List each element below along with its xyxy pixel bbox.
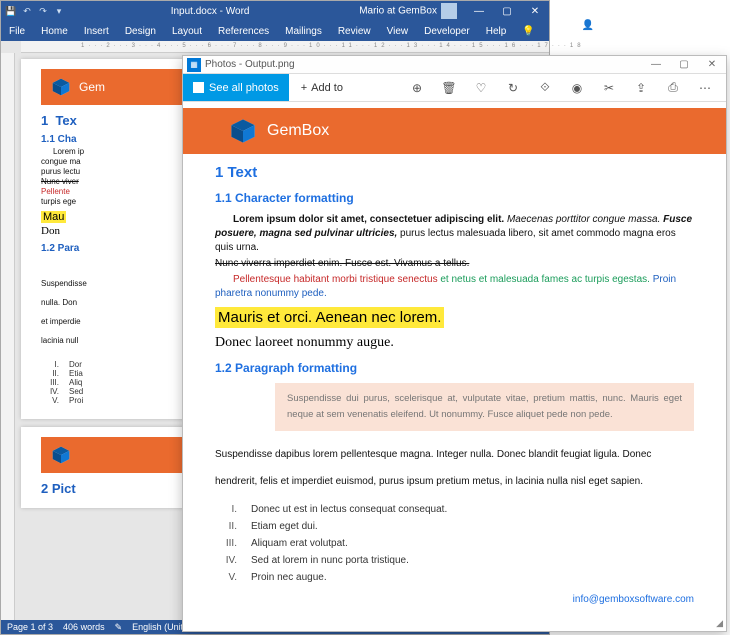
ribbon-tab-mailings[interactable]: Mailings: [277, 26, 330, 37]
undo-icon[interactable]: ↶: [21, 5, 33, 17]
redo-icon[interactable]: ↷: [37, 5, 49, 17]
word-vertical-ruler[interactable]: [1, 53, 15, 620]
resize-handle-icon[interactable]: ◢: [716, 618, 723, 629]
save-icon[interactable]: 💾: [5, 5, 17, 17]
para-1: Lorem ipsum dolor sit amet, consectetuer…: [215, 213, 694, 255]
list-item: II.Etiam eget dui.: [215, 518, 694, 535]
print-icon[interactable]: ⎙: [666, 80, 680, 95]
para-strike: Nunc viverra imperdiet enim. Fusce est. …: [215, 257, 694, 271]
brand-text: GemBox: [267, 122, 329, 140]
word-close-button[interactable]: ✕: [521, 6, 549, 17]
share-button[interactable]: 👤 Share: [574, 20, 637, 42]
brand-strip-large: GemBox: [183, 108, 726, 154]
list-item: V.Proin nec augue.: [215, 569, 694, 586]
word-titlebar: 💾 ↶ ↷ ▾ Input.docx - Word Mario at GemBo…: [1, 1, 549, 21]
crop-icon[interactable]: ⟐: [538, 80, 552, 95]
rotate-icon[interactable]: ↻: [506, 80, 520, 95]
ribbon-tab-layout[interactable]: Layout: [164, 26, 210, 37]
ribbon-tab-help[interactable]: Help: [478, 26, 515, 37]
justified-box: Suspendisse dui purus, scelerisque at, v…: [275, 383, 694, 431]
brand-text: Gem: [79, 80, 105, 94]
tellme-label[interactable]: Tell me: [543, 20, 574, 42]
script-text: Donec laoreet nonummy augue.: [215, 335, 694, 351]
word-window-controls: — ▢ ✕: [465, 6, 549, 17]
ribbon-tab-file[interactable]: File: [1, 26, 33, 37]
ribbon-tab-references[interactable]: References: [210, 26, 277, 37]
share-icon[interactable]: ⇪: [634, 80, 648, 95]
ribbon-tab-design[interactable]: Design: [117, 26, 164, 37]
numbered-list: I.Donec ut est in lectus consequat conse…: [215, 501, 694, 586]
photos-close-button[interactable]: ✕: [698, 59, 726, 70]
word-minimize-button[interactable]: —: [465, 6, 493, 17]
heading-1-text: 1 Text: [215, 164, 694, 181]
photos-tool-row: ⊕ 🗑 ♡ ↻ ⟐ ◉ ✂ ⇪ ⎙ ⋯: [410, 80, 726, 95]
word-ribbon: File Home Insert Design Layout Reference…: [1, 21, 549, 41]
add-to-button[interactable]: + Add to: [289, 82, 355, 94]
highlighted-text: Mauris et orci. Aenean nec lorem.: [215, 307, 444, 328]
word-horizontal-ruler[interactable]: 1···2···3···4···5···6···7···8···9···10··…: [21, 41, 549, 53]
avatar: [441, 3, 457, 19]
ribbon-tab-home[interactable]: Home: [33, 26, 76, 37]
photos-toolbar: See all photos + Add to ⊕ 🗑 ♡ ↻ ⟐ ◉ ✂ ⇪ …: [183, 74, 726, 102]
spaced-paragraph: Suspendisse dapibus lorem pellentesque m…: [215, 441, 694, 495]
mini-p5: Pellente: [41, 187, 70, 196]
ribbon-tab-review[interactable]: Review: [330, 26, 379, 37]
mini-highlight: Mau: [41, 211, 66, 223]
photos-app-icon: ▦: [187, 58, 201, 72]
list-item: IV.Sed at lorem in nunc porta tristique.: [215, 552, 694, 569]
brand-cube-icon: [51, 77, 71, 97]
heading-parafmt: 1.2 Paragraph formatting: [215, 361, 694, 375]
brand-cube-icon: [229, 117, 257, 145]
status-spellcheck-icon[interactable]: ✎: [115, 622, 123, 633]
brand-cube-icon: [51, 445, 71, 465]
see-all-photos-button[interactable]: See all photos: [183, 74, 289, 101]
ribbon-tab-insert[interactable]: Insert: [76, 26, 117, 37]
ribbon-tab-view[interactable]: View: [379, 26, 417, 37]
photos-window-controls: — ▢ ✕: [642, 59, 726, 70]
photos-viewer[interactable]: GemBox 1 Text 1.1 Character formatting L…: [183, 102, 726, 631]
photos-maximize-button[interactable]: ▢: [670, 59, 698, 70]
output-image: GemBox 1 Text 1.1 Character formatting L…: [183, 108, 726, 621]
word-user-badge[interactable]: Mario at GemBox: [351, 3, 465, 19]
tellme-lightbulb-icon[interactable]: 💡: [514, 26, 542, 37]
word-document-title: Input.docx - Word: [69, 6, 351, 17]
status-words[interactable]: 406 words: [63, 622, 105, 632]
ribbon-tab-developer[interactable]: Developer: [416, 26, 478, 37]
para-colored: Pellentesque habitant morbi tristique se…: [215, 273, 694, 301]
heading-charfmt: 1.1 Character formatting: [215, 191, 694, 205]
favorite-icon[interactable]: ♡: [474, 80, 488, 95]
list-item: III.Aliquam erat volutpat.: [215, 535, 694, 552]
filters-icon[interactable]: ◉: [570, 80, 584, 95]
plus-icon: +: [301, 82, 307, 94]
more-icon[interactable]: ⋯: [698, 80, 712, 95]
footer-email[interactable]: info@gemboxsoftware.com: [215, 594, 694, 605]
status-page[interactable]: Page 1 of 3: [7, 622, 53, 632]
photos-minimize-button[interactable]: —: [642, 59, 670, 70]
qat-more-icon[interactable]: ▾: [53, 5, 65, 17]
word-quick-access: 💾 ↶ ↷ ▾: [1, 5, 69, 17]
list-item: I.Donec ut est in lectus consequat conse…: [215, 501, 694, 518]
edit-icon[interactable]: ✂: [602, 80, 616, 95]
photos-grid-icon: [193, 82, 204, 93]
zoom-icon[interactable]: ⊕: [410, 80, 424, 95]
word-maximize-button[interactable]: ▢: [493, 6, 521, 17]
photos-window: ▦ Photos - Output.png — ▢ ✕ See all phot…: [182, 55, 727, 632]
photos-titlebar: ▦ Photos - Output.png — ▢ ✕: [183, 56, 726, 74]
photos-title: Photos - Output.png: [205, 59, 642, 70]
delete-icon[interactable]: 🗑: [442, 80, 456, 95]
